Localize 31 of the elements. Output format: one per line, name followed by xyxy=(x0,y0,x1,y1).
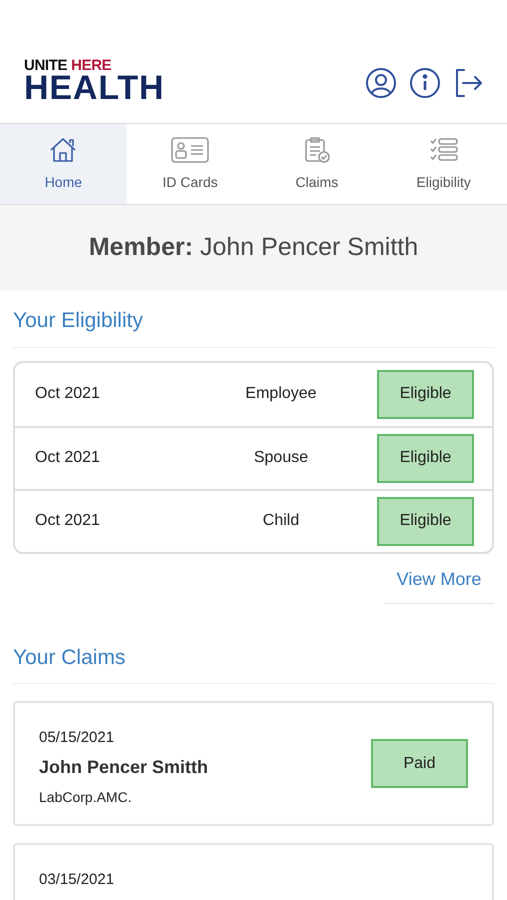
eligibility-relation: Spouse xyxy=(252,448,310,468)
section-title: Your Claims xyxy=(13,604,494,684)
info-icon[interactable] xyxy=(409,67,441,99)
logo-text: HEALTH xyxy=(24,73,164,103)
claim-card[interactable]: 03/15/2021 xyxy=(13,843,494,900)
logo-text: UNITE xyxy=(24,58,68,73)
status-badge: Eligible xyxy=(377,434,474,482)
nav-tab[interactable]: Home xyxy=(0,124,127,204)
eligibility-relation: Employee xyxy=(244,384,318,404)
eligibility-relation: Child xyxy=(262,511,300,531)
home-icon xyxy=(48,136,78,162)
id-card-icon xyxy=(171,136,210,162)
eligibility-period: Oct 2021 xyxy=(35,448,101,468)
claim-member-name: John Pencer Smitth xyxy=(39,756,208,778)
claim-date: 03/15/2021 xyxy=(39,870,114,890)
status-badge: Paid xyxy=(371,739,468,788)
status-badge: Eligible xyxy=(377,496,474,546)
member-name: Member: John Pencer Smitth xyxy=(88,232,418,264)
status-badge: Eligible xyxy=(377,370,474,418)
view-more-link[interactable]: View More xyxy=(384,566,494,604)
claim-card[interactable]: 05/15/2021 John Pencer Smitth LabCorp.AMC. Paid xyxy=(13,701,494,826)
logout-icon[interactable] xyxy=(453,67,483,99)
logo-text: HERE xyxy=(71,58,112,73)
checklist-icon xyxy=(428,138,459,162)
section-title: Your Eligibility xyxy=(13,291,494,348)
eligibility-period: Oct 2021 xyxy=(35,384,101,404)
clipboard-check-icon xyxy=(302,136,331,164)
profile-icon[interactable] xyxy=(365,67,397,99)
claim-date: 05/15/2021 xyxy=(39,728,116,748)
eligibility-period: Oct 2021 xyxy=(35,511,101,531)
claim-provider: LabCorp.AMC. xyxy=(39,788,133,807)
